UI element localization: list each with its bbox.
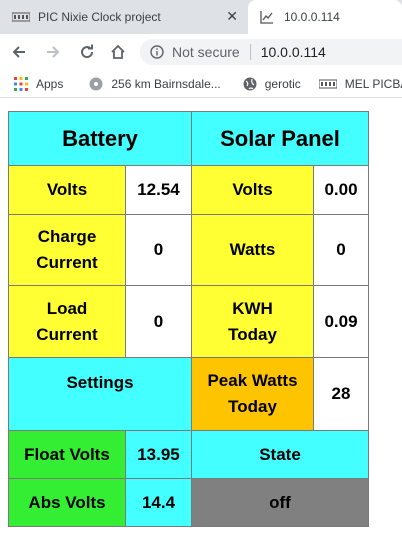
browser-toolbar: Not secure 10.0.0.114 — [0, 34, 402, 70]
address-bar[interactable]: Not secure 10.0.0.114 — [140, 39, 402, 65]
load-current-value: 0 — [125, 285, 192, 358]
abs-volts-value: 14.4 — [125, 478, 192, 527]
abs-volts-label: Abs Volts — [8, 478, 126, 527]
peak-watts-label-line1: Peak Watts — [207, 371, 298, 390]
solar-volts-label: Volts — [191, 165, 314, 215]
battery-header: Battery — [8, 111, 192, 166]
peak-watts-label: Peak Watts Today — [191, 357, 314, 431]
pic-logo-icon — [12, 10, 30, 24]
float-volts-value: 13.95 — [125, 430, 192, 479]
solar-volts-value: 0.00 — [313, 165, 369, 215]
bookmark-gerotic[interactable]: gerotic — [243, 77, 301, 91]
bookmarks-bar: Apps 256 km Bairnsdale... gerotic MEL PI… — [0, 70, 402, 98]
peak-watts-label-line2: Today — [228, 397, 277, 416]
kwh-today-label-line2: Today — [228, 324, 277, 344]
bookmark-mel-picbas[interactable]: MEL PICBAS — [318, 76, 402, 91]
kwh-today-label: KWH Today — [191, 285, 314, 358]
solar-panel-header: Solar Panel — [191, 111, 369, 166]
charge-current-value: 0 — [125, 214, 192, 286]
bookmark-apps[interactable]: Apps — [14, 76, 64, 91]
omnibox-divider — [249, 44, 251, 60]
bookmark-bairnsdale[interactable]: 256 km Bairnsdale... — [89, 76, 221, 91]
chart-icon — [258, 10, 276, 24]
pic-logo-icon — [318, 79, 337, 89]
info-icon[interactable] — [150, 45, 164, 59]
tab-pic-nixie[interactable]: PIC Nixie Clock project ✕ — [0, 0, 248, 34]
bookmark-label: gerotic — [264, 76, 301, 91]
tab-title: PIC Nixie Clock project — [38, 10, 161, 24]
battery-volts-label: Volts — [8, 165, 126, 215]
peak-watts-value: 28 — [313, 357, 369, 431]
settings-header: Settings — [8, 357, 192, 431]
url-text[interactable]: 10.0.0.114 — [261, 44, 326, 60]
tab-10-0-0-114[interactable]: 10.0.0.114 — [248, 0, 402, 34]
home-icon[interactable] — [107, 41, 129, 63]
kwh-today-label-line1: KWH — [232, 298, 273, 318]
state-value: off — [191, 478, 369, 527]
kwh-today-value: 0.09 — [313, 285, 369, 358]
charge-current-label-line2: Current — [36, 253, 98, 272]
state-label: State — [191, 430, 369, 479]
close-tab-icon[interactable]: ✕ — [226, 9, 238, 23]
load-current-label-line2: Current — [36, 324, 98, 344]
disc-icon — [89, 77, 103, 91]
reload-icon[interactable] — [76, 41, 98, 63]
back-icon[interactable] — [8, 41, 30, 63]
status-table: Battery Solar Panel Volts 12.54 Volts 0.… — [8, 111, 369, 527]
forward-icon[interactable] — [42, 41, 64, 63]
globe-icon — [243, 77, 257, 91]
bookmark-label: 256 km Bairnsdale... — [111, 76, 221, 91]
charge-current-label: Charge Current — [8, 214, 126, 286]
tab-strip: PIC Nixie Clock project ✕ 10.0.0.114 — [0, 0, 402, 34]
float-volts-label: Float Volts — [8, 430, 126, 479]
battery-volts-value: 12.54 — [125, 165, 192, 215]
charge-current-label-line1: Charge — [37, 227, 97, 246]
apps-grid-icon — [14, 76, 28, 91]
bookmark-label: Apps — [36, 76, 64, 91]
solar-watts-value: 0 — [313, 214, 369, 286]
solar-watts-label: Watts — [191, 214, 314, 286]
tab-title: 10.0.0.114 — [284, 10, 340, 24]
bookmark-label: MEL PICBAS — [344, 76, 402, 91]
load-current-label-line1: Load — [46, 298, 88, 318]
security-label: Not secure — [172, 44, 240, 60]
load-current-label: Load Current — [8, 285, 126, 358]
